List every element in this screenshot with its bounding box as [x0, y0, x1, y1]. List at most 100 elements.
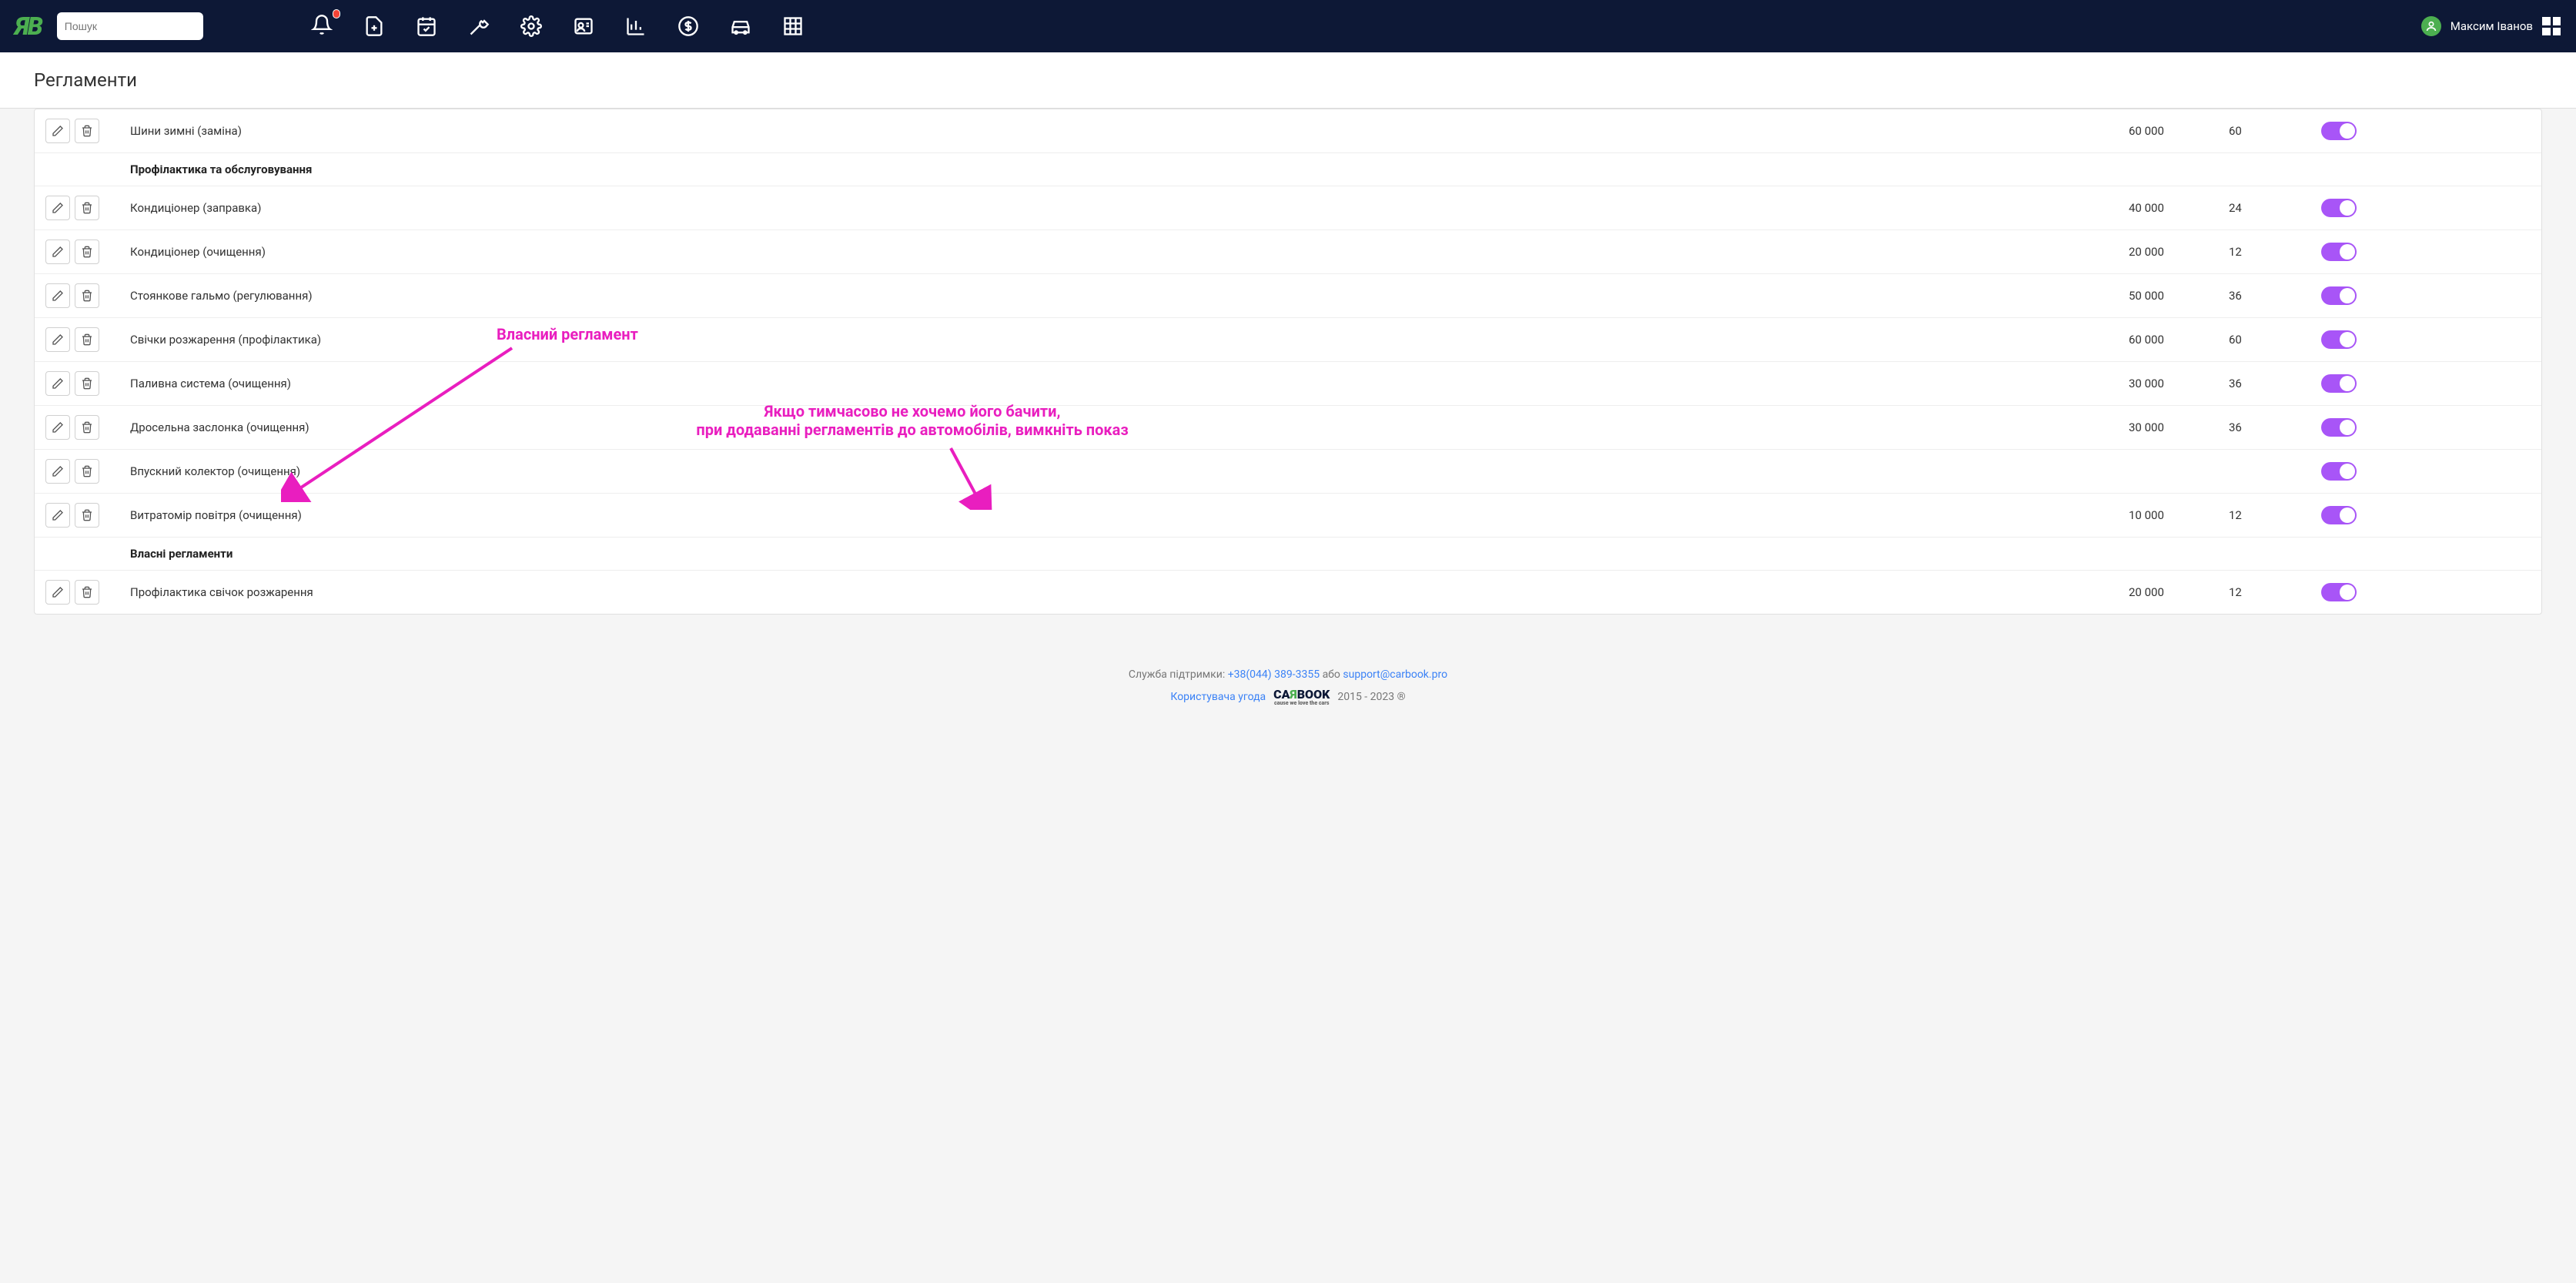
grid-icon[interactable]: [782, 15, 804, 37]
visibility-toggle[interactable]: [2321, 286, 2357, 305]
group-row: Власні регламенти: [35, 538, 2541, 571]
regulation-name: Шини зимні (заміна): [119, 109, 2118, 153]
bell-icon: [311, 14, 333, 35]
months-value: 60: [2218, 109, 2310, 153]
months-value: 36: [2218, 362, 2310, 406]
months-value: 60: [2218, 318, 2310, 362]
edit-button[interactable]: [45, 327, 70, 352]
delete-button[interactable]: [75, 580, 99, 605]
regulation-name: Свічки розжарення (профілактика): [119, 318, 2118, 362]
regulation-name: Кондиціонер (очищення): [119, 230, 2118, 274]
delete-button[interactable]: [75, 240, 99, 264]
group-label: Власні регламенти: [119, 538, 2118, 571]
visibility-toggle[interactable]: [2321, 374, 2357, 393]
delete-button[interactable]: [75, 459, 99, 484]
copyright-years: 2015 - 2023 ®: [1337, 691, 1405, 703]
km-value: [2118, 450, 2218, 494]
visibility-toggle[interactable]: [2321, 418, 2357, 437]
car-icon[interactable]: [730, 15, 751, 37]
edit-button[interactable]: [45, 415, 70, 440]
edit-button[interactable]: [45, 283, 70, 308]
support-phone[interactable]: +38(044) 389-3355: [1228, 668, 1320, 681]
edit-button[interactable]: [45, 119, 70, 143]
visibility-toggle[interactable]: [2321, 199, 2357, 217]
delete-button[interactable]: [75, 503, 99, 528]
months-value: 24: [2218, 186, 2310, 230]
footer: Служба підтримки: +38(044) 389-3355 або …: [0, 645, 2576, 722]
edit-button[interactable]: [45, 196, 70, 220]
dollar-icon[interactable]: [677, 15, 699, 37]
km-value: 60 000: [2118, 318, 2218, 362]
regulation-name: Кондиціонер (заправка): [119, 186, 2118, 230]
delete-button[interactable]: [75, 371, 99, 396]
table-row: Паливна система (очищення)30 00036: [35, 362, 2541, 406]
table-row: Кондиціонер (заправка)40 00024: [35, 186, 2541, 230]
edit-button[interactable]: [45, 240, 70, 264]
wrench-icon[interactable]: [468, 15, 490, 37]
top-navbar: ЯB Максим Іванов: [0, 0, 2576, 52]
visibility-toggle[interactable]: [2321, 330, 2357, 349]
table-row: Дросельна заслонка (очищення)30 00036: [35, 406, 2541, 450]
km-value: 50 000: [2118, 274, 2218, 318]
km-value: 10 000: [2118, 494, 2218, 538]
user-name: Максим Іванов: [2451, 19, 2533, 33]
carbook-logo: CAЯBOOK cause we love the cars: [1273, 687, 1330, 706]
user-agreement-link[interactable]: Користувача угода: [1170, 691, 1266, 703]
contact-icon[interactable]: [573, 15, 594, 37]
settings-icon[interactable]: [520, 15, 542, 37]
page-title: Регламенти: [34, 69, 2542, 91]
months-value: 12: [2218, 494, 2310, 538]
notification-badge: [333, 9, 340, 18]
regulation-name: Стоянкове гальмо (регулювання): [119, 274, 2118, 318]
nav-icons-group: [311, 14, 2406, 39]
visibility-toggle[interactable]: [2321, 462, 2357, 481]
nav-notifications[interactable]: [311, 14, 333, 39]
km-value: 20 000: [2118, 571, 2218, 615]
delete-button[interactable]: [75, 196, 99, 220]
edit-button[interactable]: [45, 371, 70, 396]
group-row: Профілактика та обслуговування: [35, 153, 2541, 186]
regulation-name: Паливна система (очищення): [119, 362, 2118, 406]
support-line: Служба підтримки: +38(044) 389-3355 або …: [15, 668, 2561, 681]
table-row: Стоянкове гальмо (регулювання)50 00036: [35, 274, 2541, 318]
delete-button[interactable]: [75, 327, 99, 352]
regulation-name: Дросельна заслонка (очищення): [119, 406, 2118, 450]
visibility-toggle[interactable]: [2321, 243, 2357, 261]
regulations-card: Шини зимні (заміна)60 00060Профілактика …: [34, 109, 2542, 615]
visibility-toggle[interactable]: [2321, 583, 2357, 601]
page-header: Регламенти: [0, 52, 2576, 109]
edit-button[interactable]: [45, 580, 70, 605]
app-logo: ЯB: [15, 12, 42, 41]
footer-line2: Користувача угода CAЯBOOK cause we love …: [15, 687, 2561, 706]
months-value: 36: [2218, 406, 2310, 450]
regulations-table: Шини зимні (заміна)60 00060Профілактика …: [35, 109, 2541, 614]
km-value: 30 000: [2118, 406, 2218, 450]
months-value: [2218, 450, 2310, 494]
table-row: Витратомір повітря (очищення)10 00012: [35, 494, 2541, 538]
edit-button[interactable]: [45, 503, 70, 528]
group-label: Профілактика та обслуговування: [119, 153, 2118, 186]
months-value: 36: [2218, 274, 2310, 318]
delete-button[interactable]: [75, 119, 99, 143]
edit-button[interactable]: [45, 459, 70, 484]
support-email[interactable]: support@carbook.pro: [1343, 668, 1447, 681]
km-value: 20 000: [2118, 230, 2218, 274]
user-menu[interactable]: Максим Іванов: [2421, 16, 2561, 36]
search-box[interactable]: [57, 12, 203, 40]
delete-button[interactable]: [75, 283, 99, 308]
km-value: 60 000: [2118, 109, 2218, 153]
calendar-check-icon[interactable]: [416, 15, 437, 37]
avatar: [2421, 16, 2441, 36]
apps-icon[interactable]: [2542, 17, 2561, 35]
regulation-name: Впускний колектор (очищення): [119, 450, 2118, 494]
visibility-toggle[interactable]: [2321, 122, 2357, 140]
add-document-icon[interactable]: [363, 15, 385, 37]
visibility-toggle[interactable]: [2321, 506, 2357, 524]
km-value: 30 000: [2118, 362, 2218, 406]
table-row: Профілактика свічок розжарення20 00012: [35, 571, 2541, 615]
months-value: 12: [2218, 230, 2310, 274]
delete-button[interactable]: [75, 415, 99, 440]
km-value: 40 000: [2118, 186, 2218, 230]
search-input[interactable]: [65, 20, 204, 32]
chart-icon[interactable]: [625, 15, 647, 37]
